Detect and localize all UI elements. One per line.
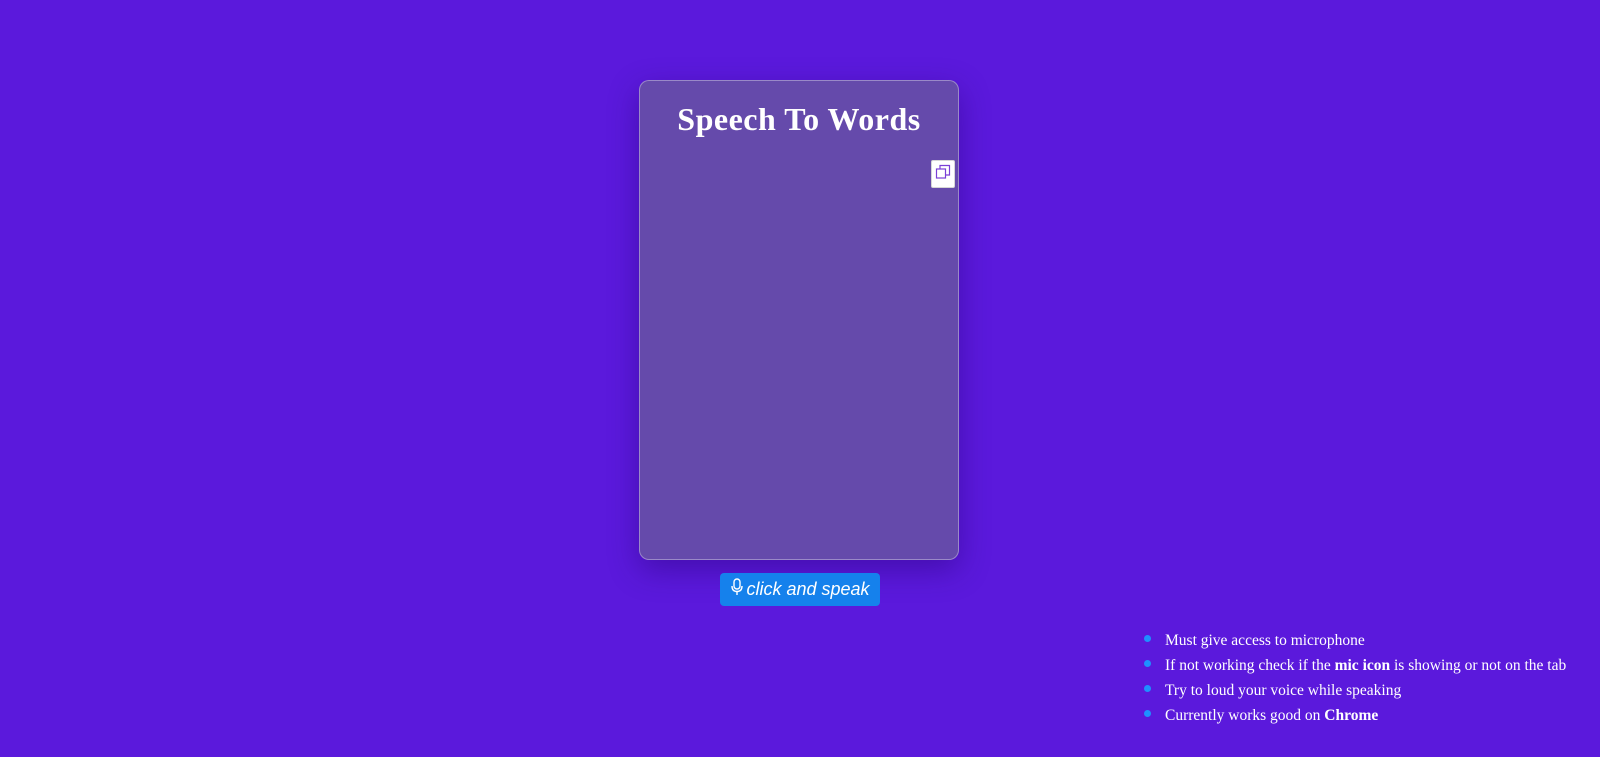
page-title: Speech To Words	[677, 101, 921, 137]
copy-icon	[935, 164, 951, 185]
instructions-list: Must give access to microphone If not wo…	[1140, 632, 1566, 732]
bullet	[1144, 710, 1151, 717]
list-item: Currently works good on Chrome	[1140, 707, 1566, 732]
bullet	[1144, 660, 1151, 667]
list-item: If not working check if the mic icon is …	[1140, 657, 1566, 682]
list-item: Try to loud your voice while speaking	[1140, 682, 1566, 707]
transcript-output	[656, 161, 926, 543]
bullet	[1144, 685, 1151, 692]
click-and-speak-button[interactable]: click and speak	[720, 573, 880, 606]
microphone-icon	[730, 578, 744, 601]
copy-button[interactable]	[931, 160, 955, 188]
speech-card: Speech To Words	[639, 80, 959, 560]
bullet	[1144, 635, 1151, 642]
speak-button-label: click and speak	[746, 579, 870, 599]
list-item: Must give access to microphone	[1140, 632, 1566, 657]
